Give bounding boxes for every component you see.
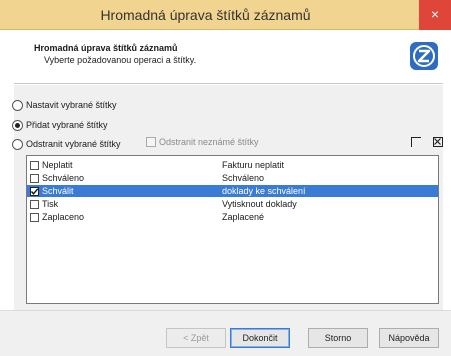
label-description: Schváleno [222,173,265,183]
title-bar[interactable]: Hromadná úprava štítků záznamů × [0,0,451,30]
label-name: Tisk [42,199,59,209]
radio-add[interactable] [12,119,23,131]
label-name: Schváleno [42,173,85,183]
header-heading: Hromadná úprava štítků záznamů [34,43,178,53]
back-button[interactable]: < Zpět [166,328,226,348]
label-name: Zaplaceno [42,212,85,222]
labels-list[interactable]: Neplatit Fakturu neplatit Schváleno Schv… [26,155,439,304]
option-add-label: Přidat vybrané štítky [26,120,108,130]
list-item[interactable]: Schváleno Schváleno [27,172,438,184]
close-button[interactable]: × [419,0,451,30]
option-set-labels[interactable]: Nastavit vybrané štítky [12,98,117,112]
deselect-all-icon[interactable] [411,137,421,147]
select-all-icon[interactable] [433,137,443,147]
label-name: Neplatit [42,160,73,170]
window-title: Hromadná úprava štítků záznamů [100,7,311,23]
row-checkbox[interactable] [30,173,39,183]
wizard-header: Hromadná úprava štítků záznamů Vyberte p… [14,31,443,84]
list-item[interactable]: Tisk Vytisknout doklady [27,198,438,210]
label-description: Fakturu neplatit [222,160,285,170]
label-description: Vytisknout doklady [222,199,297,209]
remove-unknown-option[interactable]: Odstranit neznámé štítky [146,137,259,147]
label-description: doklady ke schválení [222,186,306,196]
dialog-window: Hromadná úprava štítků záznamů × Hromadn… [0,0,451,356]
row-checkbox[interactable] [30,186,39,196]
option-remove-label: Odstranit vybrané štítky [26,139,121,149]
label-description: Zaplacené [222,212,265,222]
row-checkbox[interactable] [30,199,39,209]
selection-tools [411,137,443,147]
button-bar: < Zpět Dokončit Storno Nápověda [0,310,451,356]
option-add-labels[interactable]: Přidat vybrané štítky [12,118,108,132]
help-button[interactable]: Nápověda [379,328,439,348]
row-checkbox[interactable] [30,212,39,222]
radio-set[interactable] [12,99,23,111]
label-name: Schválit [42,186,74,196]
list-item[interactable]: Neplatit Fakturu neplatit [27,159,438,171]
option-set-label: Nastavit vybrané štítky [26,100,117,110]
list-item[interactable]: Zaplaceno Zaplacené [27,211,438,223]
remove-unknown-checkbox[interactable] [146,137,156,147]
check-icon [30,187,39,195]
radio-remove[interactable] [12,138,23,150]
header-subtitle: Vyberte požadovanou operaci a štítky. [44,55,197,65]
remove-unknown-label: Odstranit neznámé štítky [159,137,259,147]
option-remove-labels[interactable]: Odstranit vybrané štítky [12,137,121,151]
finish-button[interactable]: Dokončit [230,328,290,348]
cancel-button[interactable]: Storno [308,328,368,348]
app-logo-icon [410,42,438,70]
list-item[interactable]: Schválit doklady ke schválení [27,185,438,197]
row-checkbox[interactable] [30,160,39,170]
